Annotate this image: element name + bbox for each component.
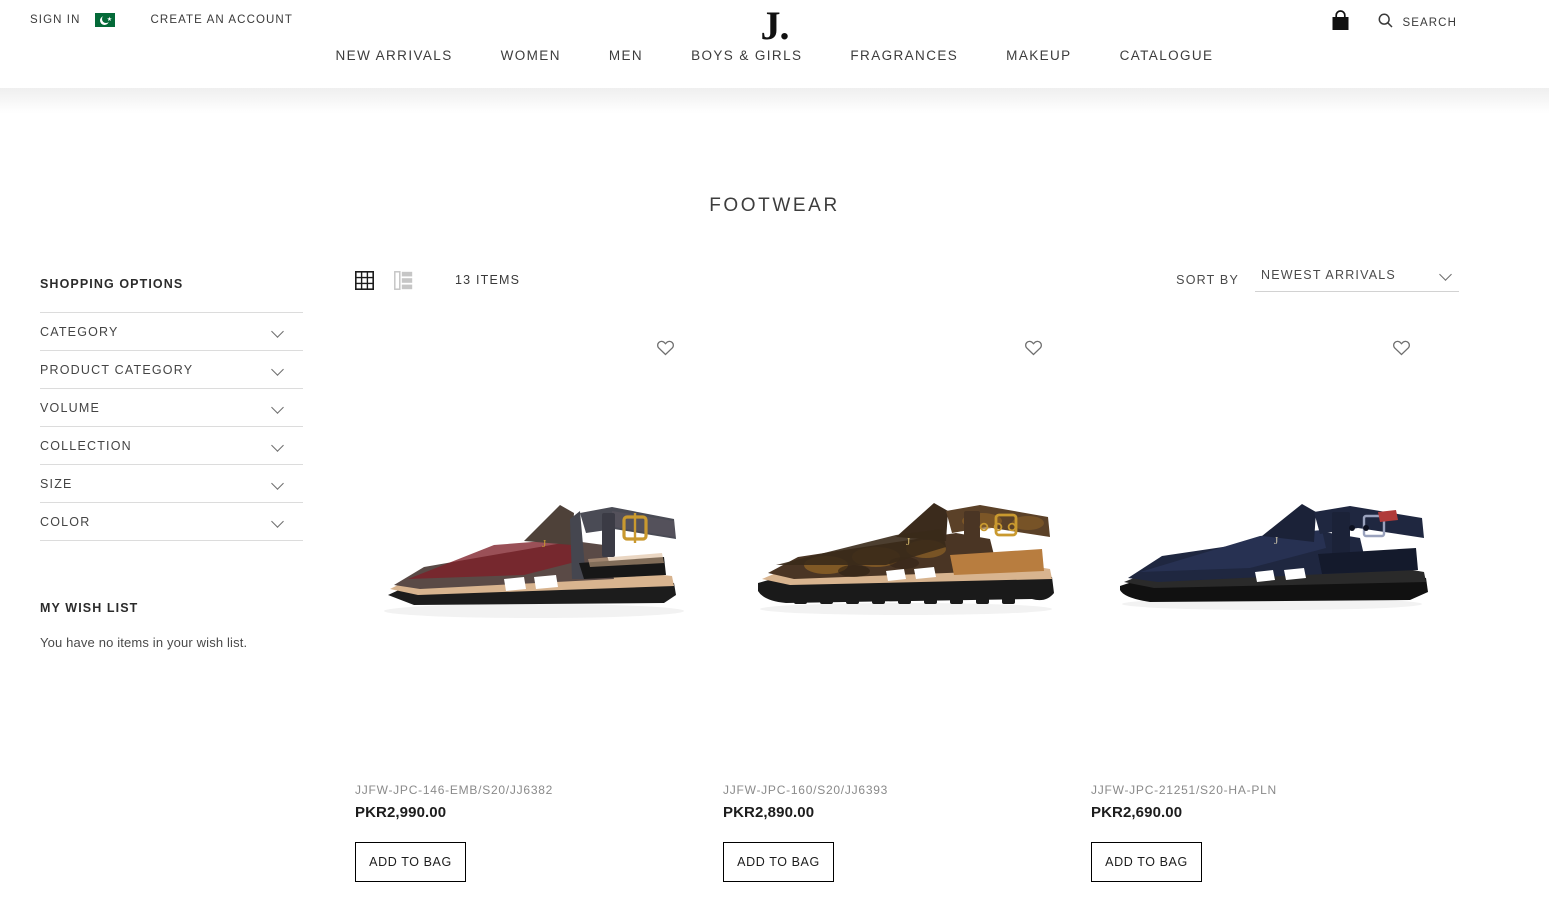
shopping-options-heading: SHOPPING OPTIONS bbox=[40, 277, 184, 291]
nav-item-boys-and-girls[interactable]: BOYS & GIRLS bbox=[667, 48, 826, 63]
sort-by-value: NEWEST ARRIVALS bbox=[1261, 268, 1396, 282]
pakistan-flag-icon[interactable]: ★ bbox=[94, 13, 115, 27]
chevron-down-icon bbox=[272, 515, 285, 528]
sign-in-link[interactable]: SIGN IN bbox=[30, 14, 81, 26]
add-to-bag-button[interactable]: ADD TO BAG bbox=[355, 842, 466, 882]
product-price: PKR2,890.00 bbox=[723, 804, 815, 821]
page-title: FOOTWEAR bbox=[709, 195, 840, 216]
chevron-down-icon bbox=[272, 439, 285, 452]
filter-label: SIZE bbox=[40, 476, 73, 491]
filter-label: COLLECTION bbox=[40, 438, 132, 453]
listing-toolbar: 13 ITEMS SORT BY NEWEST ARRIVALS bbox=[355, 259, 1459, 301]
product-sku: JJFW-JPC-146-EMB/S20/JJ6382 bbox=[355, 783, 554, 797]
filter-label: CATEGORY bbox=[40, 324, 119, 339]
search-button[interactable]: SEARCH bbox=[1378, 13, 1457, 33]
filter-label: COLOR bbox=[40, 514, 91, 529]
nav-item-catalogue[interactable]: CATALOGUE bbox=[1096, 48, 1238, 63]
create-account-link[interactable]: CREATE AN ACCOUNT bbox=[151, 14, 293, 26]
product-listing: 13 ITEMS SORT BY NEWEST ARRIVALS J JJFW-… bbox=[303, 259, 1459, 882]
add-to-bag-button[interactable]: ADD TO BAG bbox=[1091, 842, 1202, 882]
product-image[interactable]: J bbox=[1091, 327, 1459, 739]
site-header: SIGN IN ★ CREATE AN ACCOUNT J. SEARCH NE… bbox=[0, 0, 1549, 88]
nav-item-fragrances[interactable]: FRAGRANCES bbox=[826, 48, 982, 63]
product-image[interactable]: J bbox=[355, 327, 723, 739]
product-price: PKR2,990.00 bbox=[355, 804, 447, 821]
view-mode-switcher bbox=[355, 270, 413, 290]
wish-list-empty-message: You have no items in your wish list. bbox=[40, 635, 248, 650]
product-price: PKR2,690.00 bbox=[1091, 804, 1183, 821]
header-shadow-divider bbox=[0, 88, 1549, 114]
filter-label: VOLUME bbox=[40, 400, 100, 415]
wishlist-heart-icon[interactable] bbox=[1392, 339, 1411, 356]
wish-list-heading: MY WISH LIST bbox=[40, 601, 139, 615]
svg-text:J: J bbox=[1274, 535, 1279, 547]
sidebar: SHOPPING OPTIONS CATEGORY PRODUCT CATEGO… bbox=[40, 259, 303, 882]
filter-label: PRODUCT CATEGORY bbox=[40, 362, 194, 377]
add-to-bag-button[interactable]: ADD TO BAG bbox=[723, 842, 834, 882]
product-image[interactable]: J bbox=[723, 327, 1091, 739]
sort-by-select[interactable]: NEWEST ARRIVALS bbox=[1255, 268, 1459, 292]
product-card[interactable]: J JJFW-JPC-21251/S20-HA-PLN PKR2,690.00 … bbox=[1091, 327, 1459, 882]
product-card[interactable]: J JJFW-JPC-146-EMB/S20/JJ6382 PKR2,990.0… bbox=[355, 327, 723, 882]
nav-item-new-arrivals[interactable]: NEW ARRIVALS bbox=[312, 48, 477, 63]
sort-by-label: SORT BY bbox=[1176, 273, 1239, 287]
site-logo[interactable]: J. bbox=[761, 4, 790, 48]
wishlist-heart-icon[interactable] bbox=[1024, 339, 1043, 356]
chevron-down-icon bbox=[272, 477, 285, 490]
chevron-down-icon bbox=[272, 363, 285, 376]
filter-item-volume[interactable]: VOLUME bbox=[40, 389, 303, 427]
utility-right-group: SEARCH bbox=[1331, 10, 1457, 36]
filter-list: CATEGORY PRODUCT CATEGORY VOLUME COLLECT… bbox=[40, 312, 303, 541]
nav-item-women[interactable]: WOMEN bbox=[477, 48, 585, 63]
chevron-down-icon bbox=[272, 325, 285, 338]
grid-view-icon[interactable] bbox=[355, 270, 374, 290]
product-sku: JJFW-JPC-21251/S20-HA-PLN bbox=[1091, 783, 1277, 797]
filter-item-category[interactable]: CATEGORY bbox=[40, 313, 303, 351]
search-label: SEARCH bbox=[1402, 17, 1457, 29]
search-icon bbox=[1378, 13, 1393, 33]
page-content: SHOPPING OPTIONS CATEGORY PRODUCT CATEGO… bbox=[0, 259, 1549, 882]
chevron-down-icon bbox=[1440, 269, 1453, 282]
sort-control: SORT BY NEWEST ARRIVALS bbox=[1176, 268, 1459, 292]
filter-item-collection[interactable]: COLLECTION bbox=[40, 427, 303, 465]
product-sku: JJFW-JPC-160/S20/JJ6393 bbox=[723, 783, 889, 797]
svg-text:J: J bbox=[906, 536, 911, 548]
main-navigation: NEW ARRIVALS WOMEN MEN BOYS & GIRLS FRAG… bbox=[0, 48, 1549, 63]
items-count: 13 ITEMS bbox=[455, 273, 521, 287]
filter-item-color[interactable]: COLOR bbox=[40, 503, 303, 541]
utility-left-group: SIGN IN ★ CREATE AN ACCOUNT bbox=[0, 13, 293, 27]
shopping-bag-icon[interactable] bbox=[1331, 10, 1350, 36]
svg-text:J: J bbox=[542, 538, 547, 550]
nav-item-men[interactable]: MEN bbox=[585, 48, 667, 63]
product-card[interactable]: J JJFW-JPC-160/S20/JJ6393 PKR2,890.00 AD… bbox=[723, 327, 1091, 882]
chevron-down-icon bbox=[272, 401, 285, 414]
filter-item-size[interactable]: SIZE bbox=[40, 465, 303, 503]
filter-item-product-category[interactable]: PRODUCT CATEGORY bbox=[40, 351, 303, 389]
nav-item-makeup[interactable]: MAKEUP bbox=[982, 48, 1095, 63]
wishlist-heart-icon[interactable] bbox=[656, 339, 675, 356]
product-grid: J JJFW-JPC-146-EMB/S20/JJ6382 PKR2,990.0… bbox=[355, 327, 1459, 882]
list-view-icon[interactable] bbox=[394, 270, 413, 290]
